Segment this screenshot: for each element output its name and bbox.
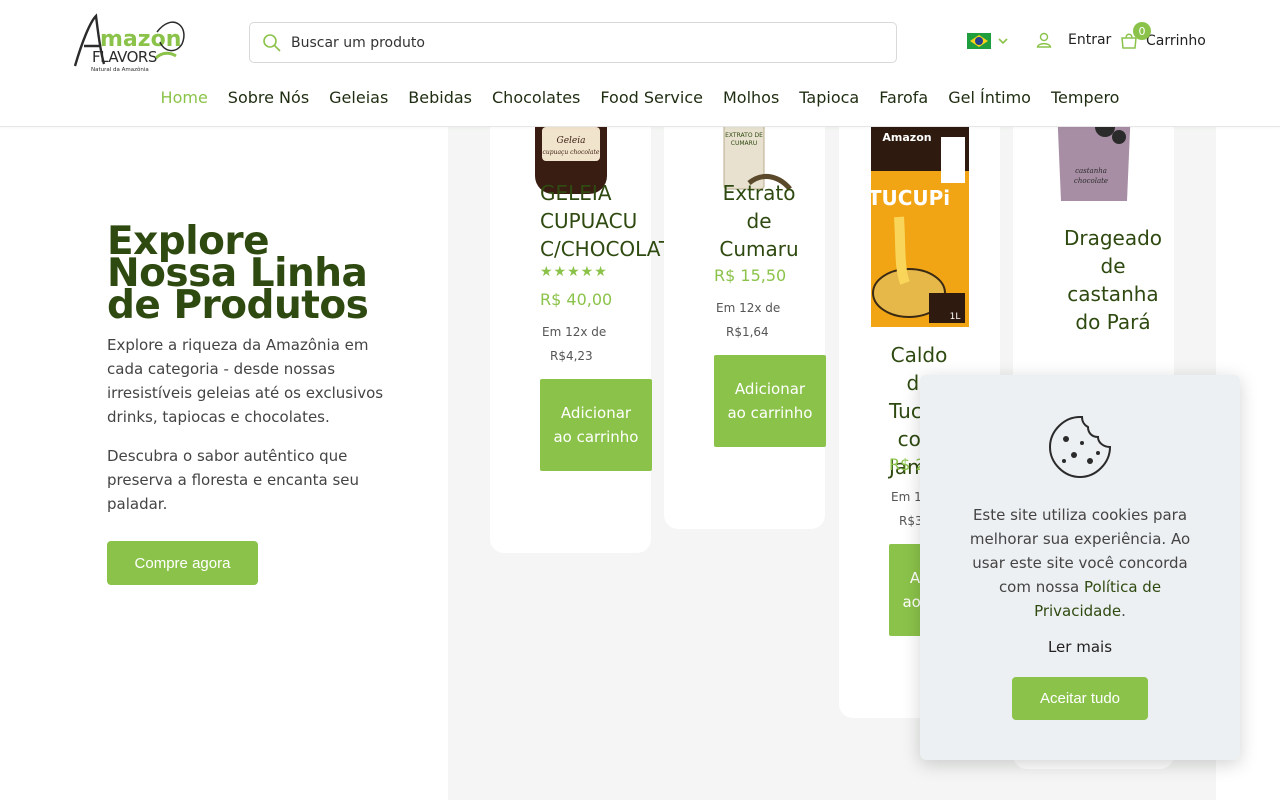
svg-text:TUCUPi: TUCUPi (869, 186, 950, 210)
nav-item-chocolates[interactable]: Chocolates (492, 88, 580, 107)
svg-text:EXTRATO DE: EXTRATO DE (725, 132, 763, 139)
tucupi-box-image: Amazon TUCUPi 1L (869, 127, 969, 327)
cart-link[interactable]: 0 Carrinho (1120, 22, 1206, 50)
svg-text:Geleia: Geleia (557, 136, 586, 146)
nav-item-home[interactable]: Home (161, 88, 208, 107)
read-more-link[interactable]: Ler mais (920, 638, 1240, 656)
main-nav: Home Sobre Nós Geleias Bebidas Chocolate… (0, 88, 1280, 107)
product-card[interactable]: Geleia cupuaçu chocolate GELEIA CUPUACU … (490, 127, 684, 553)
installment-value: R$4,23 (550, 349, 593, 363)
hero-title: Explore Nossa Linha de Produtos (107, 219, 369, 328)
svg-text:CUMARU: CUMARU (731, 140, 757, 147)
product-title[interactable]: Extrato de Cumaru (714, 179, 804, 263)
installment-prefix: Em 12x de (542, 325, 607, 339)
login-label: Entrar (1068, 32, 1112, 48)
site-header: mazon FLAVORS Natural da Amazônia Entrar (0, 0, 1280, 127)
nav-item-farofa[interactable]: Farofa (879, 88, 928, 107)
svg-text:1L: 1L (950, 312, 961, 322)
svg-text:castanha: castanha (1075, 167, 1107, 175)
add-to-cart-button[interactable]: Adicionar ao carrinho (540, 379, 652, 471)
product-title[interactable]: Drageado de castanha do Pará (1058, 224, 1168, 336)
nav-item-tapioca[interactable]: Tapioca (799, 88, 859, 107)
installment-value: R$1,64 (726, 325, 769, 339)
cookie-message: Este site utiliza cookies para melhorar … (969, 506, 1191, 620)
snack-pouch-image: castanha chocolate (1043, 127, 1145, 207)
product-card[interactable]: EXTRATO DE CUMARU Extrato de Cumaru R$ 1… (664, 127, 826, 529)
nav-item-sobre-nos[interactable]: Sobre Nós (228, 88, 309, 107)
cart-count-badge: 0 (1133, 22, 1151, 40)
chevron-down-icon (998, 38, 1008, 45)
shop-now-button[interactable]: Compre agora (107, 541, 258, 585)
hero-description: Explore a riqueza da Amazônia em cada ca… (107, 336, 384, 426)
logo-icon: mazon FLAVORS Natural da Amazônia (73, 13, 185, 73)
user-icon (1036, 32, 1052, 48)
nav-item-molhos[interactable]: Molhos (723, 88, 779, 107)
nav-item-tempero[interactable]: Tempero (1051, 88, 1120, 107)
svg-text:Amazon: Amazon (882, 131, 931, 144)
add-to-cart-button[interactable]: Adicionar ao carrinho (714, 355, 826, 447)
nav-item-food-service[interactable]: Food Service (600, 88, 703, 107)
nav-item-bebidas[interactable]: Bebidas (408, 88, 472, 107)
svg-text:FLAVORS: FLAVORS (92, 48, 157, 66)
login-link[interactable]: Entrar (1036, 32, 1111, 48)
rating-stars: ★★★★★ (540, 264, 608, 280)
product-price: R$ 40,00 (540, 290, 613, 309)
search-bar[interactable] (249, 22, 897, 63)
svg-text:chocolate: chocolate (1074, 177, 1108, 185)
accept-all-button[interactable]: Aceitar tudo (1012, 677, 1148, 720)
cart-label: Carrinho (1146, 33, 1206, 49)
svg-text:Natural da Amazônia: Natural da Amazônia (91, 66, 149, 73)
search-input[interactable] (291, 34, 871, 51)
amazon-flavors-logo[interactable]: mazon FLAVORS Natural da Amazônia (72, 12, 192, 74)
svg-text:cupuaçu chocolate: cupuaçu chocolate (543, 149, 600, 156)
installment-prefix: Em 12x de (716, 301, 781, 315)
cookie-icon (1048, 416, 1112, 479)
hero-subdescription: Descubra o sabor autêntico que preserva … (107, 447, 360, 513)
nav-item-geleias[interactable]: Geleias (329, 88, 388, 107)
cookie-consent-popup: Este site utiliza cookies para melhorar … (920, 375, 1240, 760)
brazil-flag-icon (967, 33, 991, 49)
nav-item-gel-intimo[interactable]: Gel Íntimo (948, 88, 1031, 107)
language-selector[interactable] (967, 33, 1009, 49)
product-price: R$ 15,50 (714, 266, 787, 285)
search-icon[interactable] (262, 33, 282, 53)
